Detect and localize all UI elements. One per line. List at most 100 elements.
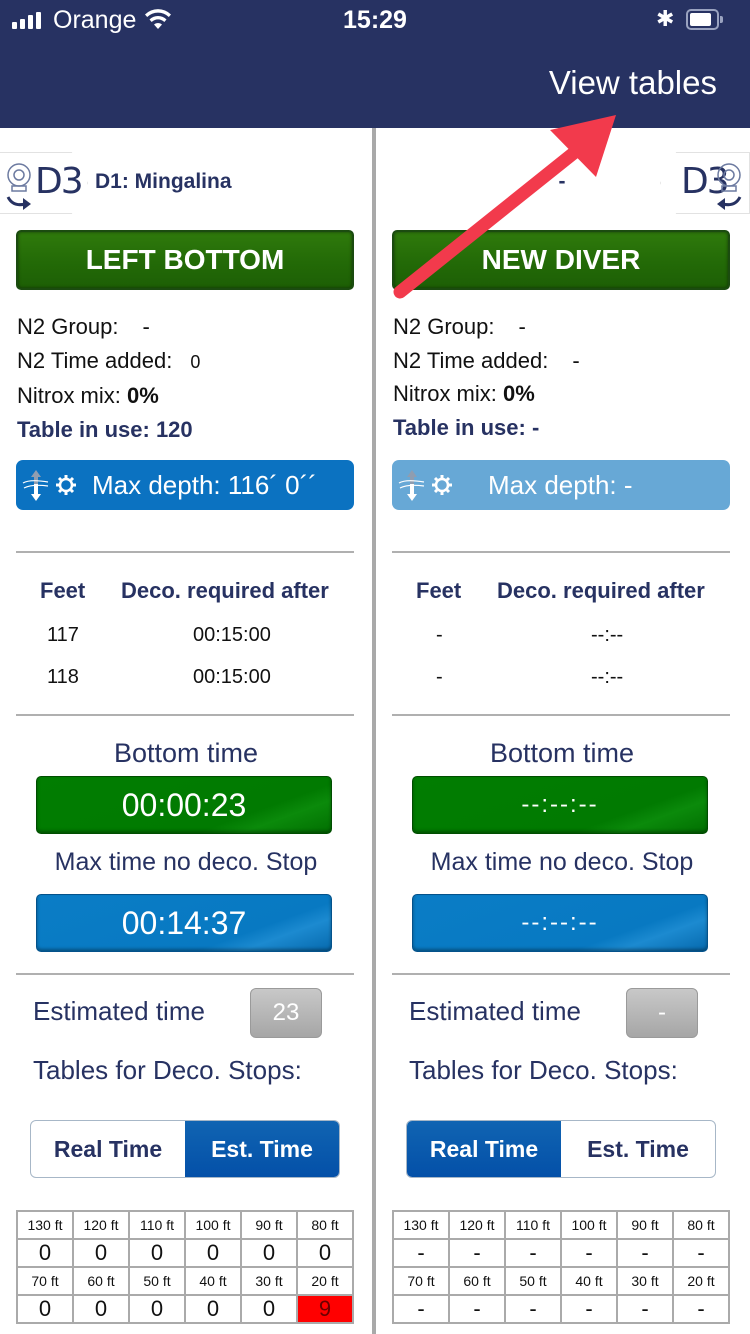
max-no-deco-display: --:--:-- xyxy=(412,894,708,952)
bottom-time-display: 00:00:23 xyxy=(36,776,332,834)
depth-header: 100 ft xyxy=(560,1210,618,1240)
depth-header: 90 ft xyxy=(616,1210,674,1240)
switch-diver-tab[interactable]: D3 xyxy=(0,152,88,214)
deco-header-feet: Feet xyxy=(416,578,462,603)
navigation-bar: Orange 15:29 ✱ View tables xyxy=(0,0,750,128)
segment-est-time[interactable]: Est. Time xyxy=(185,1121,339,1177)
n2-group-value: - xyxy=(142,314,150,339)
depth-header: 30 ft xyxy=(616,1266,674,1296)
nitrox-label: Nitrox mix: xyxy=(393,381,497,406)
n2-time-label: N2 Time added: xyxy=(393,347,549,373)
bottom-time-label: Bottom time xyxy=(113,738,259,768)
stop-value-required: 9 xyxy=(296,1294,354,1324)
depth-header: 110 ft xyxy=(504,1210,562,1240)
n2-group-label: N2 Group: xyxy=(17,314,119,339)
time-mode-segmented-control: Real Time Est. Time xyxy=(30,1120,340,1178)
max-depth-value: Max depth: 116´ 0´´ xyxy=(92,470,317,500)
max-no-deco-label: Max time no deco. Stop xyxy=(54,848,318,876)
deco-tables-label: Tables for Deco. Stops: xyxy=(33,1055,302,1085)
max-depth-button[interactable]: Max depth: - xyxy=(392,460,730,510)
depth-settings-icon xyxy=(22,470,76,501)
status-bar: Orange 15:29 ✱ xyxy=(0,0,750,40)
estimated-time-value[interactable]: 23 xyxy=(250,988,322,1038)
segment-real-time[interactable]: Real Time xyxy=(407,1121,561,1177)
depth-header: 90 ft xyxy=(240,1210,298,1240)
depth-header: 20 ft xyxy=(672,1266,730,1296)
stop-value: 0 xyxy=(16,1238,74,1268)
time-mode-segmented-control: Real Time Est. Time xyxy=(406,1120,716,1178)
stop-value: - xyxy=(448,1294,506,1324)
n2-group-label: N2 Group: xyxy=(393,314,495,339)
n2-group-value: - xyxy=(518,314,526,339)
stop-value: - xyxy=(392,1294,450,1324)
separator xyxy=(16,551,354,553)
depth-header: 50 ft xyxy=(504,1266,562,1296)
deco-row-time: --:-- xyxy=(591,666,624,688)
depth-header: 100 ft xyxy=(184,1210,242,1240)
diver-info: N2 Group: - N2 Time added: - Nitrox mix: 0… xyxy=(393,310,580,444)
table-in-use: Table in use: 120 xyxy=(17,416,193,442)
stop-value: - xyxy=(504,1294,562,1324)
n2-time-value: - xyxy=(572,347,580,373)
nitrox-value: 0% xyxy=(503,381,535,406)
status-time: 15:29 xyxy=(343,6,407,34)
deco-row-feet: - xyxy=(436,624,443,646)
stop-value: 0 xyxy=(16,1294,74,1324)
max-depth-value: Max depth: - xyxy=(488,470,633,500)
table-in-use: Table in use: - xyxy=(393,414,540,440)
depth-header: 40 ft xyxy=(184,1266,242,1296)
max-no-deco-label: Max time no deco. Stop xyxy=(430,848,694,876)
max-depth-button[interactable]: Max depth: 116´ 0´´ xyxy=(16,460,354,510)
depth-header: 30 ft xyxy=(240,1266,298,1296)
depth-header: 80 ft xyxy=(672,1210,730,1240)
left-bottom-button[interactable]: LEFT BOTTOM xyxy=(16,230,354,290)
estimated-time-value[interactable]: - xyxy=(626,988,698,1038)
depth-header: 130 ft xyxy=(16,1210,74,1240)
deco-row-feet: - xyxy=(436,666,443,688)
diver-panel-right: D3 - NEW DIVER N2 Group: - N2 Time added:… xyxy=(376,128,750,1334)
stop-value: - xyxy=(616,1238,674,1268)
separator xyxy=(16,973,354,975)
diver-name: D1: Mingalina xyxy=(95,170,232,193)
estimated-time-label: Estimated time xyxy=(33,996,205,1026)
depth-settings-icon xyxy=(398,470,452,501)
separator xyxy=(16,714,354,716)
separator xyxy=(392,973,730,975)
bottom-time-label: Bottom time xyxy=(489,738,635,768)
nitrox-value: 0% xyxy=(127,383,159,408)
stop-value: - xyxy=(672,1294,730,1324)
deco-row-feet: 117 xyxy=(47,624,79,646)
view-tables-button[interactable]: View tables xyxy=(549,64,717,102)
deco-row-time: 00:15:00 xyxy=(193,666,271,688)
stop-value: - xyxy=(616,1294,674,1324)
depth-header: 60 ft xyxy=(448,1266,506,1296)
estimated-time-label: Estimated time xyxy=(409,996,581,1026)
new-diver-button[interactable]: NEW DIVER xyxy=(392,230,730,290)
stop-value: 0 xyxy=(184,1294,242,1324)
deco-stops-table: 130 ft 120 ft 110 ft 100 ft 90 ft 80 ft … xyxy=(392,1210,730,1324)
stop-value: - xyxy=(672,1238,730,1268)
deco-header-time: Deco. required after xyxy=(497,578,705,603)
deco-stops-table: 130 ft 120 ft 110 ft 100 ft 90 ft 80 ft … xyxy=(16,1210,354,1324)
depth-header: 70 ft xyxy=(16,1266,74,1296)
deco-tables-label: Tables for Deco. Stops: xyxy=(409,1055,678,1085)
tab-label: D3 xyxy=(35,161,84,202)
stop-value: 0 xyxy=(240,1238,298,1268)
n2-time-value: 0 xyxy=(190,351,201,372)
segment-est-time[interactable]: Est. Time xyxy=(561,1121,715,1177)
separator xyxy=(392,714,730,716)
deco-row-time: 00:15:00 xyxy=(193,624,271,646)
depth-header: 40 ft xyxy=(560,1266,618,1296)
nitrox-label: Nitrox mix: xyxy=(17,383,121,408)
stop-value: - xyxy=(504,1238,562,1268)
stop-value: 0 xyxy=(128,1294,186,1324)
segment-real-time[interactable]: Real Time xyxy=(31,1121,185,1177)
separator xyxy=(392,551,730,553)
stop-value: 0 xyxy=(72,1294,130,1324)
depth-header: 80 ft xyxy=(296,1210,354,1240)
max-no-deco-display: 00:14:37 xyxy=(36,894,332,952)
stop-value: 0 xyxy=(240,1294,298,1324)
deco-header-feet: Feet xyxy=(40,578,86,603)
diver-panel-left: D3 D1: Mingalina LEFT BOTTOM N2 Group: - … xyxy=(0,128,372,1334)
battery-icon xyxy=(686,9,723,30)
